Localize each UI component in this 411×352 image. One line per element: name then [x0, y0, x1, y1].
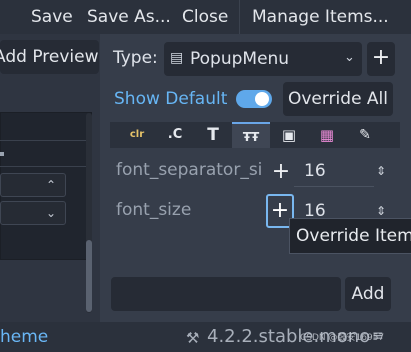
- icon-tab-icon[interactable]: ▣: [270, 122, 308, 148]
- chevron-down-icon: ⌄: [344, 50, 355, 65]
- menu-divider: [239, 0, 240, 34]
- stepper-icon[interactable]: ⌃: [43, 173, 59, 197]
- font-size-tab-icon[interactable]: ŦŦ: [232, 122, 270, 148]
- color-tab-icon[interactable]: clr: [118, 122, 156, 148]
- show-default-label: Show Default: [114, 89, 228, 109]
- hammer-icon: ⚒: [186, 329, 200, 347]
- tooltip: Override Item: [289, 218, 411, 254]
- manage-items-button[interactable]: Manage Items...: [252, 0, 389, 34]
- tools-icon[interactable]: ✎: [346, 122, 384, 148]
- stylebox-tab-icon[interactable]: ▦: [308, 122, 346, 148]
- field-underline: [294, 186, 374, 187]
- add-item-button[interactable]: Add: [345, 277, 391, 311]
- font-tab-icon[interactable]: T: [194, 122, 232, 148]
- constant-tab-icon[interactable]: .C: [156, 122, 194, 148]
- type-label: Type:: [113, 48, 158, 68]
- tree-row-divider: [0, 166, 91, 167]
- watermark-text: CSDN @鼓安16957: [300, 333, 385, 343]
- tree-row-marker: [0, 152, 4, 156]
- property-name-font-size: font_size: [116, 200, 192, 220]
- toggle-knob: [255, 92, 269, 106]
- override-all-label: Override All: [287, 89, 389, 109]
- type-value: PopupMenu: [190, 49, 290, 69]
- property-name-font-separator-size: font_separator_si: [116, 160, 263, 180]
- new-item-name-input[interactable]: [111, 277, 341, 311]
- add-preview-button[interactable]: Add Preview: [0, 40, 99, 74]
- add-type-button[interactable]: +: [367, 42, 395, 76]
- theme-tab-link[interactable]: heme: [0, 322, 48, 352]
- chevron-down-icon[interactable]: ⌄: [43, 201, 59, 225]
- stepper-icon[interactable]: ⇕: [376, 156, 386, 186]
- tree-row-divider: [0, 140, 91, 141]
- type-select[interactable]: ▤ PopupMenu ⌄: [164, 42, 362, 76]
- close-menu-button[interactable]: Close: [182, 0, 228, 34]
- override-all-button[interactable]: Override All: [283, 82, 393, 116]
- save-menu-button[interactable]: Save: [31, 0, 73, 34]
- scrollbar-thumb[interactable]: [86, 240, 92, 312]
- popup-menu-icon: ▤: [170, 50, 184, 66]
- add-preview-label: Add Preview: [0, 47, 99, 67]
- font-separator-size-spinbox[interactable]: 16 ⇕: [294, 156, 394, 187]
- override-button[interactable]: +: [267, 156, 295, 188]
- save-as-menu-button[interactable]: Save As...: [87, 0, 171, 34]
- spinbox-value: 16: [304, 161, 326, 181]
